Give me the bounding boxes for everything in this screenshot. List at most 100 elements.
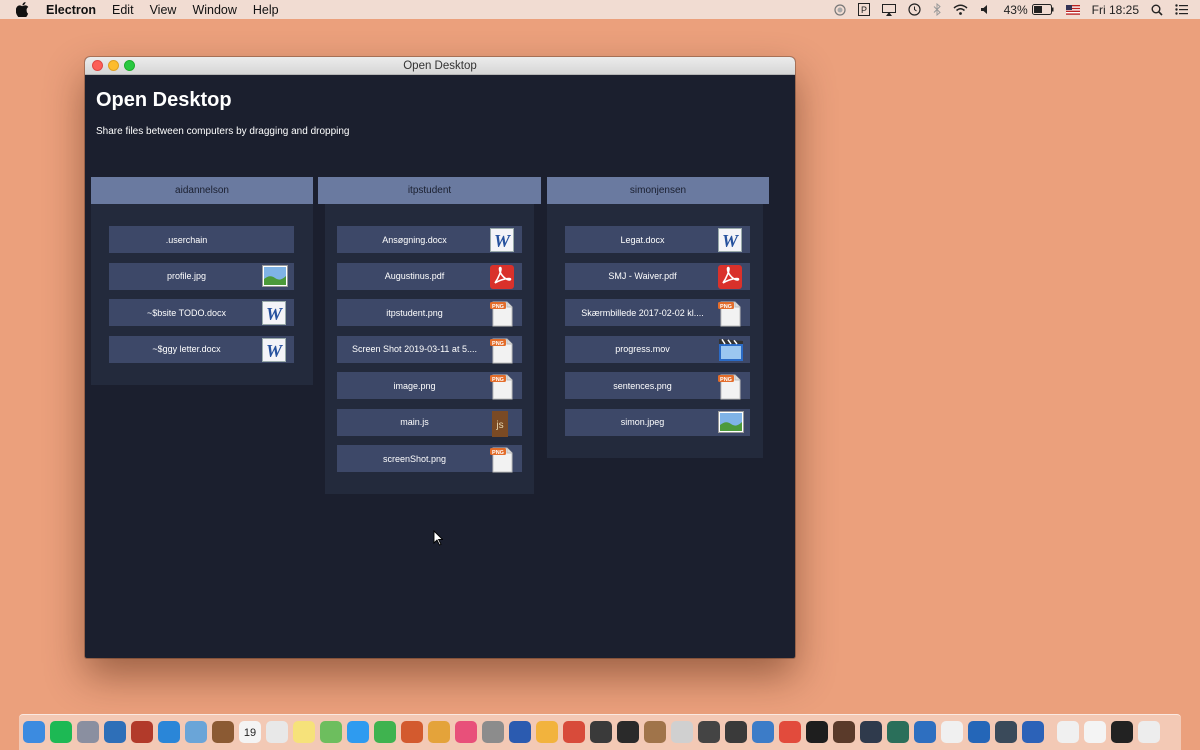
photo-booth-icon[interactable] <box>131 721 153 743</box>
png-file-icon: PNG <box>718 301 742 327</box>
window-icon[interactable] <box>1084 721 1106 743</box>
spotlight-icon[interactable] <box>1151 4 1163 16</box>
sketch-icon[interactable] <box>536 721 558 743</box>
word-file-icon: W <box>262 301 286 325</box>
menu-bar: Electron Edit View Window Help P 43% Fri… <box>0 0 1200 19</box>
battery-percent[interactable]: 43% <box>1004 3 1028 17</box>
close-window-button[interactable] <box>92 60 103 71</box>
letter-p-icon[interactable]: P <box>857 3 870 16</box>
svg-text:PNG: PNG <box>492 304 504 310</box>
tool-icon[interactable] <box>833 721 855 743</box>
clock[interactable]: Fri 18:25 <box>1092 3 1139 17</box>
folder-icon[interactable] <box>1057 721 1079 743</box>
file-name: screenShot.png <box>382 453 447 464</box>
file-item[interactable]: sentences.png PNG <box>565 372 750 400</box>
app-icon[interactable] <box>698 721 720 743</box>
box-icon[interactable] <box>644 721 666 743</box>
screen-icon[interactable] <box>1111 721 1133 743</box>
menu-edit[interactable]: Edit <box>112 3 134 17</box>
word-file-icon: W <box>490 228 514 252</box>
messages-icon[interactable] <box>347 721 369 743</box>
wifi-icon[interactable] <box>953 4 968 15</box>
electron-icon[interactable] <box>860 721 882 743</box>
minimize-window-button[interactable] <box>108 60 119 71</box>
user-drop-zone[interactable]: Ansøgning.docx W Augustinus.pdf itpstudent.… <box>325 204 534 494</box>
electron-2-icon[interactable] <box>995 721 1017 743</box>
bluetooth-icon[interactable] <box>933 3 941 16</box>
photo-icon[interactable] <box>401 721 423 743</box>
record-icon[interactable] <box>834 3 846 16</box>
file-item[interactable]: itpstudent.png PNG <box>337 299 522 327</box>
file-item[interactable]: profile.jpg <box>109 262 294 290</box>
file-item[interactable]: Skærmbillede 2017-02-02 kl.... PNG <box>565 299 750 327</box>
file-item[interactable]: Augustinus.pdf <box>337 262 522 290</box>
word-icon[interactable] <box>509 721 531 743</box>
user-drop-zone[interactable]: Legat.docx W SMJ - Waiver.pdf Skærmbillede … <box>547 204 763 458</box>
image-file-icon <box>718 410 744 435</box>
menu-window[interactable]: Window <box>192 3 236 17</box>
svg-text:W: W <box>722 231 740 251</box>
apple-menu-icon[interactable] <box>16 2 32 17</box>
compass-icon[interactable] <box>104 721 126 743</box>
file-item[interactable]: simon.jpeg <box>565 408 750 436</box>
file-item[interactable]: progress.mov <box>565 335 750 363</box>
svg-text:PNG: PNG <box>492 341 504 347</box>
itunes-icon[interactable] <box>455 721 477 743</box>
maps-icon[interactable] <box>320 721 342 743</box>
pdf-file-icon <box>490 264 514 289</box>
terminal-icon[interactable] <box>806 721 828 743</box>
notes-icon[interactable] <box>293 721 315 743</box>
git-icon[interactable] <box>563 721 585 743</box>
window-titlebar[interactable]: Open Desktop <box>85 57 795 75</box>
battery-icon[interactable] <box>1031 4 1054 15</box>
file-item[interactable]: .userchain <box>109 226 294 253</box>
airplay-icon[interactable] <box>881 3 896 16</box>
file-item[interactable]: ~$ggy letter.docx W <box>109 335 294 363</box>
user-drop-zone[interactable]: .userchain profile.jpg ~$bsite TODO.docx W ~… <box>91 204 313 385</box>
status-area: P 43% Fri 18:25 <box>822 0 1200 19</box>
pinwheel-icon[interactable] <box>428 721 450 743</box>
launchpad-icon[interactable] <box>77 721 99 743</box>
facetime-icon[interactable] <box>374 721 396 743</box>
menu-view[interactable]: View <box>150 3 177 17</box>
file-item[interactable]: Screen Shot 2019-03-11 at 5.... PNG <box>337 335 522 363</box>
page-title: Open Desktop <box>96 89 232 111</box>
vscode-icon[interactable] <box>914 721 936 743</box>
calendar-icon[interactable]: 19 <box>239 721 261 743</box>
document-icon[interactable] <box>941 721 963 743</box>
system-preferences-icon[interactable] <box>482 721 504 743</box>
p-icon[interactable] <box>617 721 639 743</box>
file-item[interactable]: SMJ - Waiver.pdf <box>565 262 750 290</box>
atom-icon[interactable] <box>887 721 909 743</box>
file-item[interactable]: Ansøgning.docx W <box>337 226 522 253</box>
file-item[interactable]: screenShot.png PNG <box>337 445 522 473</box>
file-item[interactable]: main.js js <box>337 408 522 437</box>
us-flag-icon[interactable] <box>1065 4 1080 15</box>
chrome-icon[interactable] <box>779 721 801 743</box>
file-item[interactable]: image.png PNG <box>337 372 522 400</box>
activity-monitor-icon[interactable] <box>590 721 612 743</box>
window-title: Open Desktop <box>403 59 477 72</box>
menu-help[interactable]: Help <box>253 3 279 17</box>
menu-app-name[interactable]: Electron <box>46 3 96 17</box>
notification-center-icon[interactable] <box>1175 4 1188 15</box>
preview-icon[interactable] <box>185 721 207 743</box>
volume-icon[interactable] <box>980 4 992 15</box>
vscode-2-icon[interactable] <box>968 721 990 743</box>
quicktime-icon[interactable] <box>1022 721 1044 743</box>
time-machine-icon[interactable] <box>908 3 921 16</box>
maximize-window-button[interactable] <box>124 60 135 71</box>
mouse-cursor-icon <box>433 530 443 546</box>
finder-icon[interactable] <box>23 721 45 743</box>
spotify-icon[interactable] <box>50 721 72 743</box>
textedit-icon[interactable] <box>266 721 288 743</box>
file-item[interactable]: ~$bsite TODO.docx W <box>109 299 294 326</box>
shield-icon[interactable] <box>752 721 774 743</box>
file-item[interactable]: Legat.docx W <box>565 226 750 253</box>
safari-icon[interactable] <box>158 721 180 743</box>
trash-icon[interactable] <box>1138 721 1160 743</box>
dash-icon[interactable] <box>725 721 747 743</box>
disk-utility-icon[interactable] <box>671 721 693 743</box>
notebook-icon[interactable] <box>212 721 234 743</box>
png-file-icon: PNG <box>490 374 514 400</box>
